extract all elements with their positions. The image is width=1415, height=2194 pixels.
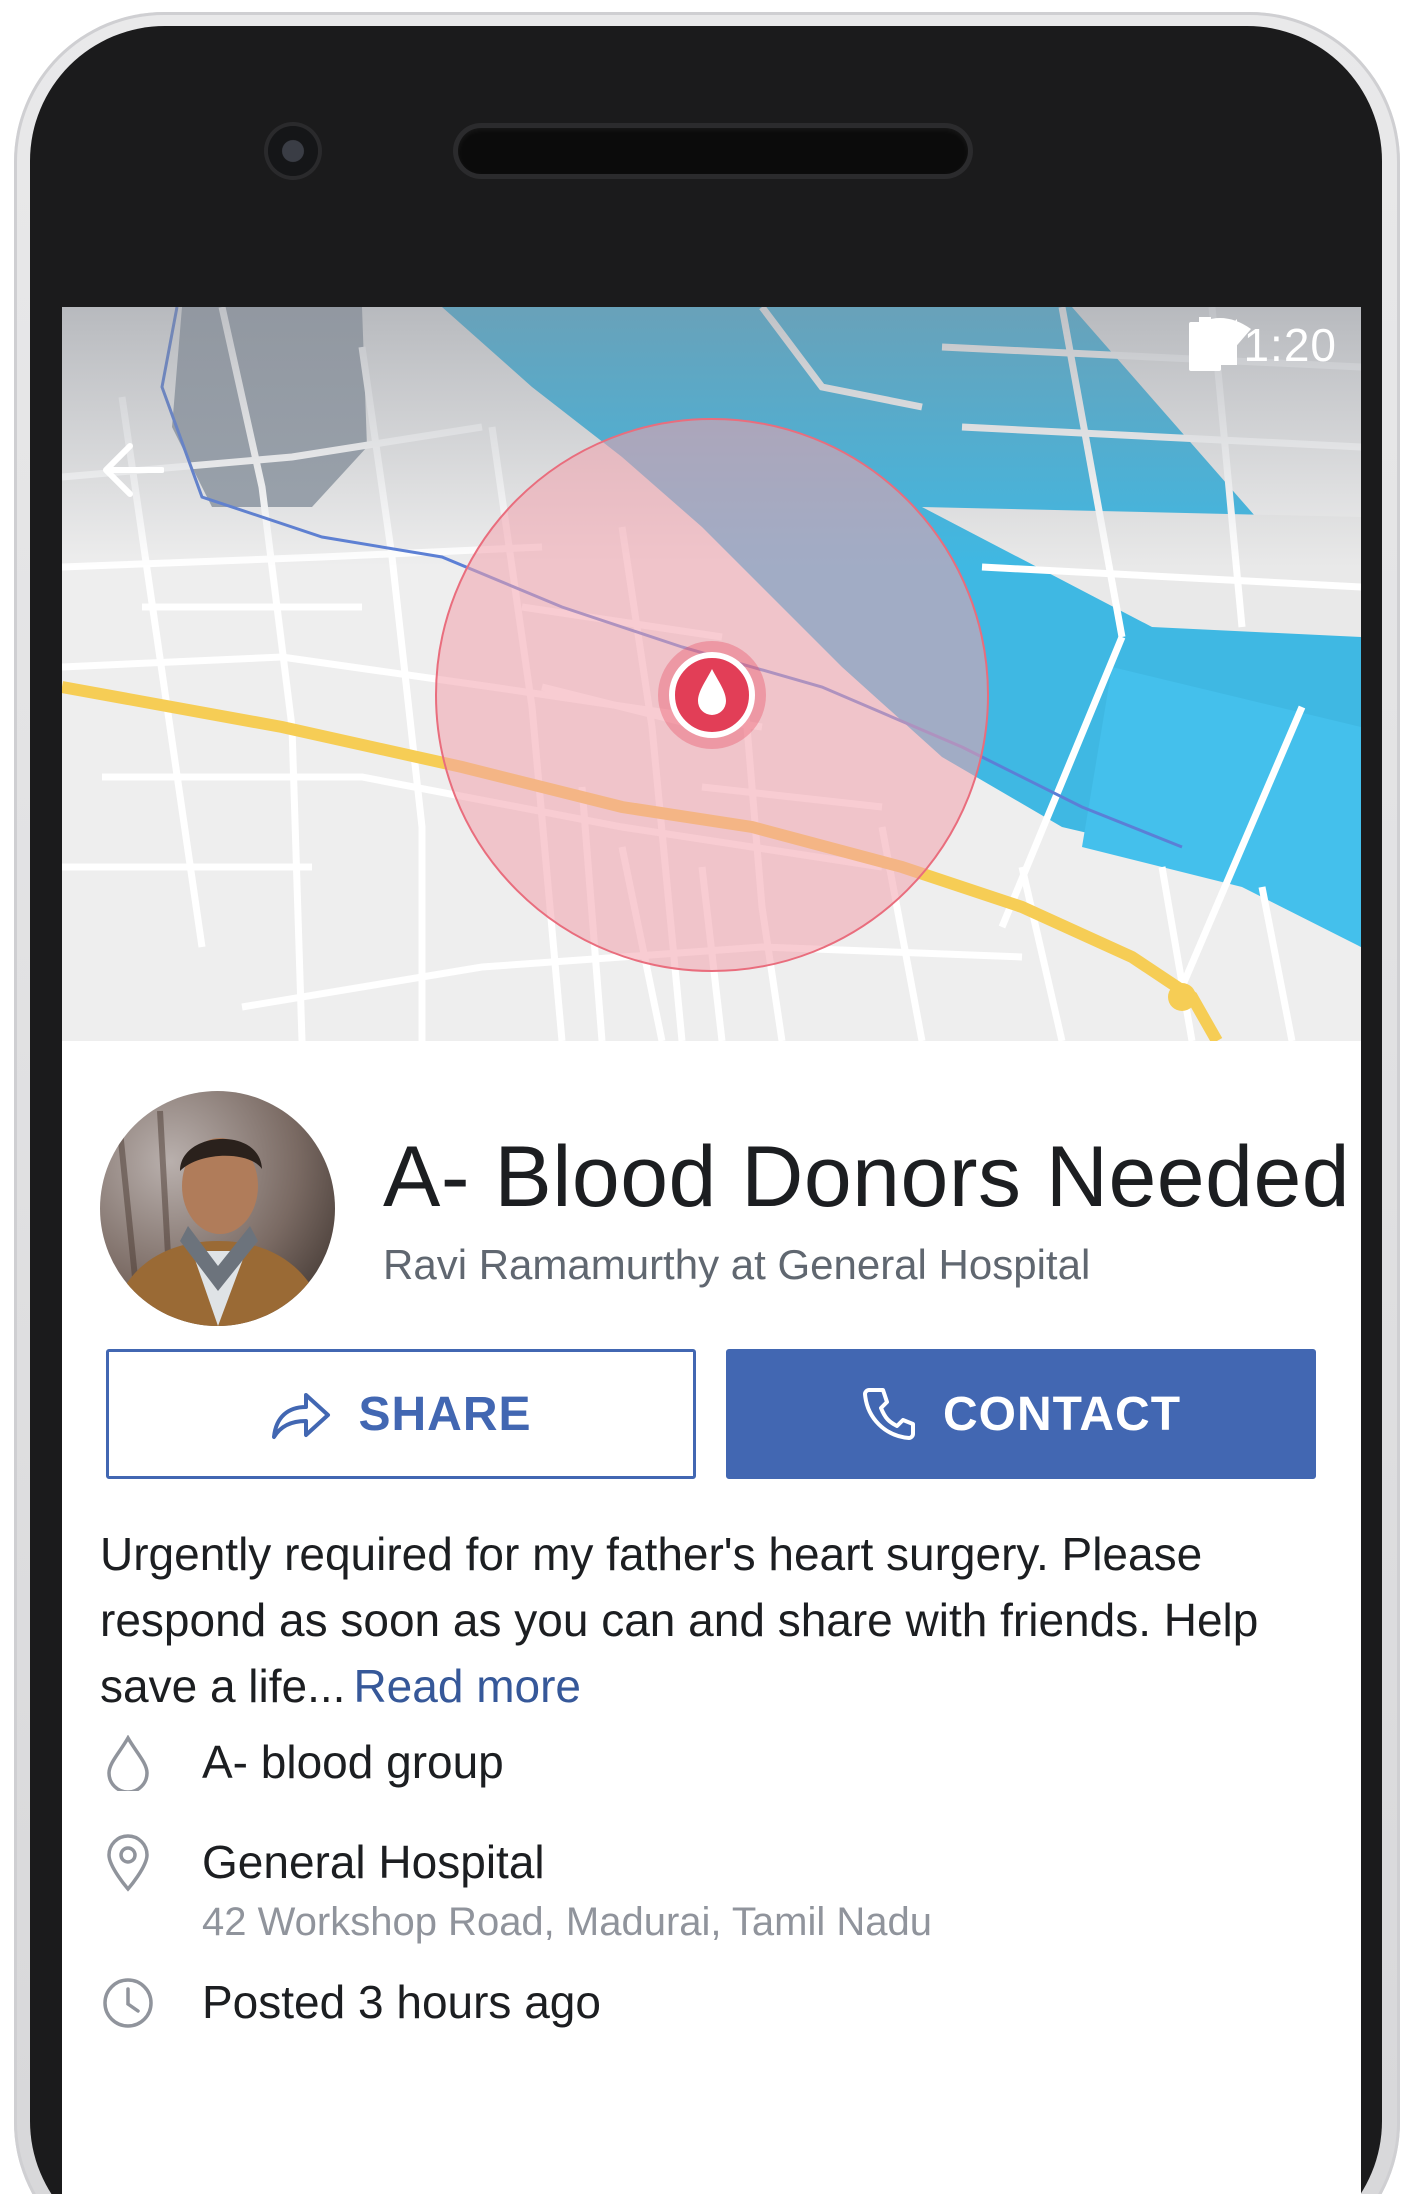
requester-subtitle[interactable]: Ravi Ramamurthy at General Hospital — [383, 1241, 1350, 1289]
front-camera — [268, 126, 318, 176]
location-name: General Hospital — [202, 1836, 545, 1888]
drop-icon — [100, 1733, 156, 1793]
request-header: A- Blood Donors Needed Ravi Ramamurthy a… — [100, 1091, 1350, 1326]
posted-row: Posted 3 hours ago — [100, 1973, 601, 2033]
location-row[interactable]: General Hospital 42 Workshop Road, Madur… — [100, 1833, 932, 1947]
phone-icon — [861, 1386, 917, 1442]
status-time: 1:20 — [1243, 319, 1337, 371]
posted-time: Posted 3 hours ago — [202, 1976, 601, 2028]
app-screen: 1:20 A- Blood Donors Needed Ravi Ramamur… — [62, 307, 1361, 2194]
clock-icon — [100, 1973, 156, 2033]
action-buttons: SHARE CONTACT — [106, 1349, 1316, 1479]
map-graphic — [62, 307, 1361, 1041]
location-pin-icon — [100, 1833, 156, 1893]
earpiece-speaker — [458, 128, 968, 174]
share-button-label: SHARE — [358, 1387, 532, 1441]
blood-drop-icon[interactable] — [658, 641, 766, 749]
contact-button-label: CONTACT — [942, 1387, 1182, 1441]
share-icon — [270, 1387, 332, 1441]
blood-group-text: A- blood group — [202, 1736, 504, 1788]
page-title: A- Blood Donors Needed — [383, 1129, 1351, 1225]
status-bar: 1:20 — [1189, 317, 1337, 373]
description-text: Urgently required for my father's heart … — [100, 1528, 1259, 1712]
location-address: 42 Workshop Road, Madurai, Tamil Nadu — [202, 1900, 932, 1944]
back-button[interactable] — [100, 442, 180, 522]
request-details: A- Blood Donors Needed Ravi Ramamurthy a… — [62, 1041, 1361, 2194]
read-more-link[interactable]: Read more — [353, 1660, 581, 1712]
avatar[interactable] — [100, 1091, 335, 1326]
location-text: General Hospital 42 Workshop Road, Madur… — [202, 1833, 932, 1947]
blood-group-row: A- blood group — [100, 1733, 504, 1793]
share-button[interactable]: SHARE — [106, 1349, 696, 1479]
device-mockup: 1:20 A- Blood Donors Needed Ravi Ramamur… — [0, 0, 1415, 2194]
contact-button[interactable]: CONTACT — [726, 1349, 1316, 1479]
request-description: Urgently required for my father's heart … — [100, 1521, 1330, 1719]
request-title-block: A- Blood Donors Needed Ravi Ramamurthy a… — [383, 1128, 1350, 1289]
map-view[interactable]: 1:20 — [62, 307, 1361, 1041]
